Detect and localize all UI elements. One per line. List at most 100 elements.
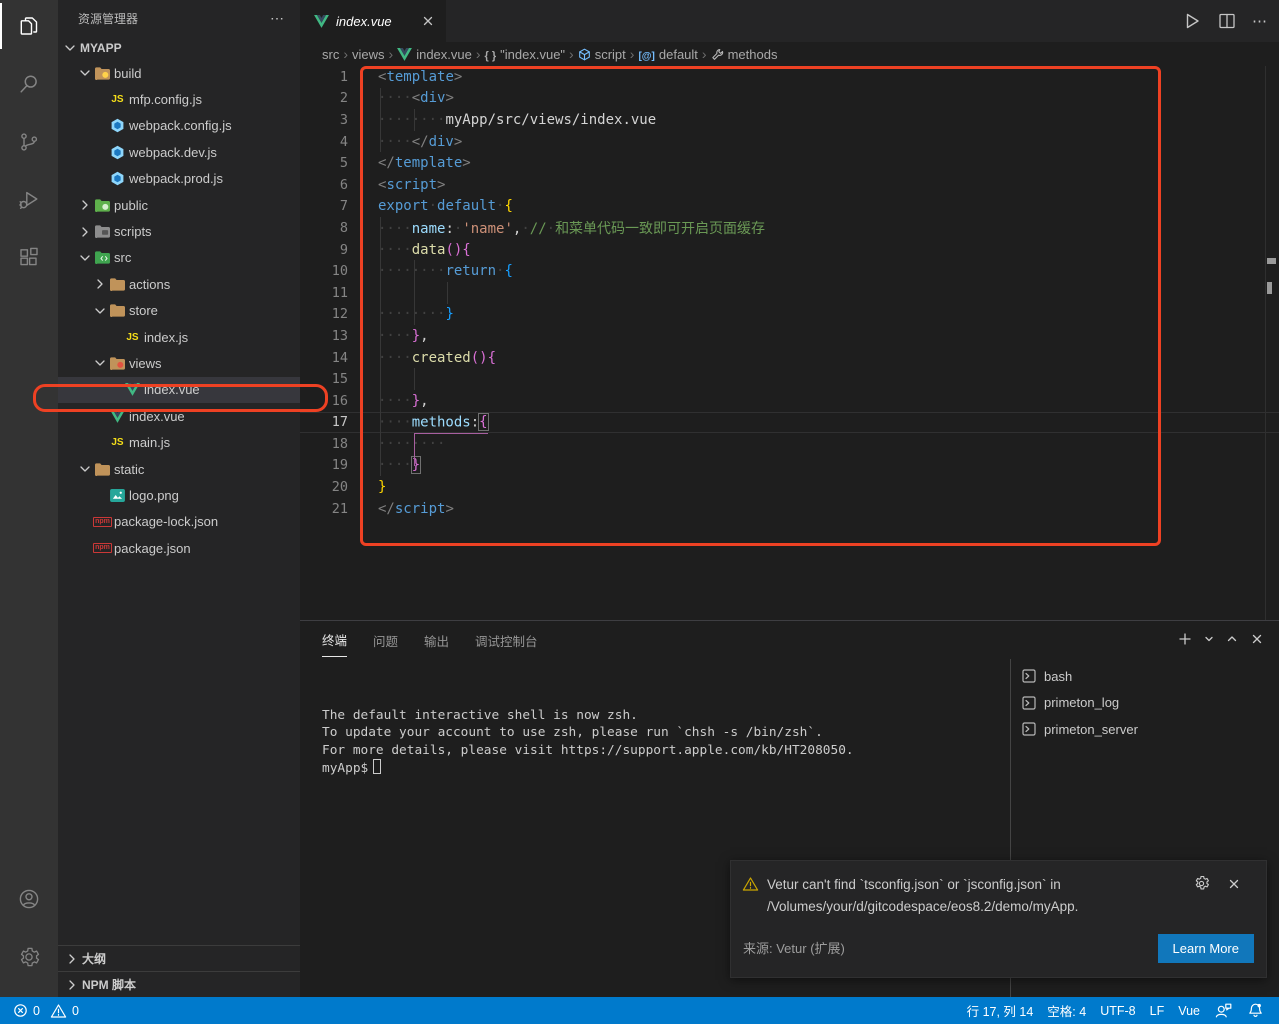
minimap-divider xyxy=(1265,66,1266,620)
activitybar-search[interactable] xyxy=(0,58,58,110)
sidebar-section-outline[interactable]: 大纲 xyxy=(58,945,300,971)
notification-close-icon[interactable] xyxy=(1226,876,1242,892)
close-panel-icon[interactable] xyxy=(1249,631,1265,647)
notification-settings-icon[interactable] xyxy=(1193,875,1210,892)
tree-item-label: package-lock.json xyxy=(114,514,218,529)
code-line-21[interactable]: 21</script> xyxy=(300,498,1279,520)
tree-item-webpack.prod.js[interactable]: webpack.prod.js xyxy=(58,166,300,192)
tree-item-label: package.json xyxy=(114,541,191,556)
image-icon xyxy=(108,489,127,502)
code-line-2[interactable]: 2····<div> xyxy=(300,88,1279,110)
tree-item-webpack.config.js[interactable]: webpack.config.js xyxy=(58,113,300,139)
breadcrumb-index.vue[interactable]: index.vue xyxy=(397,47,472,62)
activitybar-run-debug[interactable] xyxy=(0,174,58,226)
tree-item-package-lock.json[interactable]: npmpackage-lock.json xyxy=(58,509,300,535)
close-tab-icon[interactable] xyxy=(420,13,436,29)
tree-item-index.js[interactable]: JSindex.js xyxy=(58,324,300,350)
sidebar-section-npm-scripts[interactable]: NPM 脚本 xyxy=(58,971,300,997)
run-button[interactable] xyxy=(1180,10,1202,32)
tree-item-package.json[interactable]: npmpackage.json xyxy=(58,535,300,561)
language-mode-status[interactable]: Vue xyxy=(1171,997,1207,1024)
breadcrumb-src[interactable]: src xyxy=(322,47,339,62)
line-number: 4 xyxy=(300,134,348,150)
split-editor-icon[interactable] xyxy=(1216,10,1238,32)
problems-status[interactable]: 0 0 xyxy=(6,997,86,1024)
terminal-instance-primeton_server[interactable]: primeton_server xyxy=(1022,716,1272,743)
code-line-8[interactable]: 8····name:·'name',·//·和菜单代码一致即可开启页面缓存 xyxy=(300,217,1279,239)
tree-item-scripts[interactable]: scripts xyxy=(58,218,300,244)
vue-icon xyxy=(123,383,142,396)
breadcrumb-views[interactable]: views xyxy=(352,47,385,62)
tree-item-webpack.dev.js[interactable]: webpack.dev.js xyxy=(58,139,300,165)
eol-status[interactable]: LF xyxy=(1143,997,1172,1024)
code-line-7[interactable]: 7export·default·{ xyxy=(300,196,1279,218)
code-line-16[interactable]: 16····}, xyxy=(300,390,1279,412)
activitybar-account[interactable] xyxy=(0,873,58,925)
code-line-12[interactable]: 12········} xyxy=(300,304,1279,326)
code-line-3[interactable]: 3········myApp/src/views/index.vue xyxy=(300,109,1279,131)
notifications-bell-icon[interactable] xyxy=(1240,997,1271,1024)
learn-more-button[interactable]: Learn More xyxy=(1158,934,1254,963)
tree-item-src[interactable]: src xyxy=(58,245,300,271)
panel-tab-问题[interactable]: 问题 xyxy=(373,622,398,657)
tree-item-logo.png[interactable]: logo.png xyxy=(58,482,300,508)
tree-item-build[interactable]: build xyxy=(58,60,300,86)
more-actions-icon[interactable]: ⋯ xyxy=(270,10,286,27)
tree-item-static[interactable]: static xyxy=(58,456,300,482)
tree-item-store[interactable]: store xyxy=(58,298,300,324)
npm-icon: npm xyxy=(93,517,112,527)
project-section-header[interactable]: MYAPP xyxy=(58,36,300,60)
code-line-9[interactable]: 9····data(){ xyxy=(300,239,1279,261)
editor-more-icon[interactable]: ⋯ xyxy=(1252,12,1269,31)
breadcrumb-default[interactable]: [@]default xyxy=(638,47,697,62)
tree-item-index.vue[interactable]: index.vue xyxy=(58,377,300,403)
terminal-dropdown-icon[interactable] xyxy=(1203,633,1215,645)
tree-item-label: mfp.config.js xyxy=(129,92,202,107)
folder-build-icon xyxy=(93,67,112,80)
tab-index-vue[interactable]: index.vue xyxy=(300,0,446,42)
code-line-18[interactable]: 18········ xyxy=(300,433,1279,455)
code-line-6[interactable]: 6<script> xyxy=(300,174,1279,196)
panel-tab-调试控制台[interactable]: 调试控制台 xyxy=(475,622,538,657)
code-line-19[interactable]: 19····} xyxy=(300,455,1279,477)
tree-item-label: index.js xyxy=(144,330,188,345)
activitybar-settings[interactable] xyxy=(0,931,58,983)
tree-item-main.js[interactable]: JSmain.js xyxy=(58,429,300,455)
activitybar-extensions[interactable] xyxy=(0,232,58,284)
panel-tab-终端[interactable]: 终端 xyxy=(322,621,347,657)
webpack-icon xyxy=(108,171,127,186)
terminal-instance-bash[interactable]: bash xyxy=(1022,663,1272,690)
terminal-output[interactable]: The default interactive shell is now zsh… xyxy=(322,707,854,778)
code-line-13[interactable]: 13····}, xyxy=(300,325,1279,347)
code-editor[interactable]: 1<template>2····<div>3········myApp/src/… xyxy=(300,66,1279,620)
tree-item-actions[interactable]: actions xyxy=(58,271,300,297)
panel-tab-bar: 终端问题输出调试控制台 xyxy=(300,621,1279,657)
indentation-status[interactable]: 空格: 4 xyxy=(1040,997,1093,1024)
code-line-15[interactable]: 15 xyxy=(300,368,1279,390)
cursor-position-status[interactable]: 行 17, 列 14 xyxy=(960,997,1041,1024)
tree-item-views[interactable]: views xyxy=(58,350,300,376)
feedback-icon[interactable] xyxy=(1207,997,1240,1024)
webpack-icon xyxy=(108,145,127,160)
minimap-mark xyxy=(1267,282,1272,294)
encoding-status[interactable]: UTF-8 xyxy=(1093,997,1142,1024)
terminal-instance-primeton_log[interactable]: primeton_log xyxy=(1022,690,1272,717)
tree-item-index.vue[interactable]: index.vue xyxy=(58,403,300,429)
code-line-17[interactable]: 17····methods:{ xyxy=(300,412,1279,434)
code-line-10[interactable]: 10········return·{ xyxy=(300,260,1279,282)
new-terminal-icon[interactable] xyxy=(1177,631,1193,647)
breadcrumb-script[interactable]: script xyxy=(578,47,626,62)
code-line-20[interactable]: 20} xyxy=(300,476,1279,498)
tree-item-mfp.config.js[interactable]: JSmfp.config.js xyxy=(58,86,300,112)
code-line-1[interactable]: 1<template> xyxy=(300,66,1279,88)
maximize-panel-icon[interactable] xyxy=(1225,632,1239,646)
code-line-4[interactable]: 4····</div> xyxy=(300,131,1279,153)
code-line-5[interactable]: 5</template> xyxy=(300,152,1279,174)
activitybar-source-control[interactable] xyxy=(0,116,58,168)
breadcrumb-methods[interactable]: methods xyxy=(711,47,778,62)
tree-item-public[interactable]: public xyxy=(58,192,300,218)
panel-tab-输出[interactable]: 输出 xyxy=(424,622,449,657)
code-line-14[interactable]: 14····created(){ xyxy=(300,347,1279,369)
breadcrumb-index.vue[interactable]: { }"index.vue" xyxy=(485,47,566,62)
activitybar-explorer[interactable] xyxy=(0,0,58,52)
